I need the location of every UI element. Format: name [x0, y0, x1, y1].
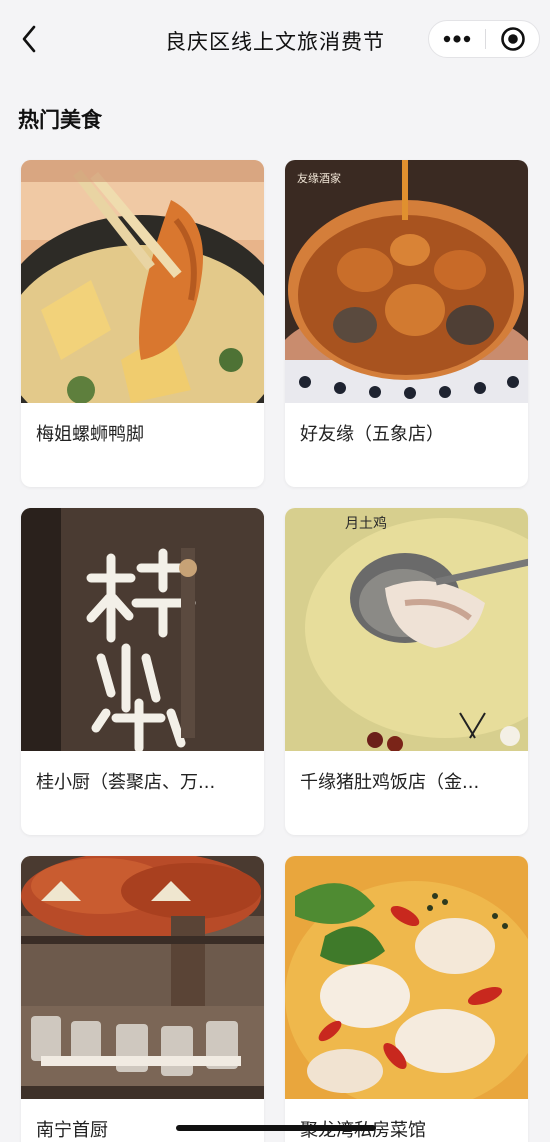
- more-button[interactable]: [429, 21, 485, 57]
- food-card[interactable]: 梅姐螺蛳鸭脚: [21, 160, 264, 487]
- food-card[interactable]: 友缘酒家 好友缘（五象店）: [285, 160, 528, 487]
- spicy-fish-dish-photo: [285, 856, 528, 1099]
- restaurant-dining-hall-photo: [21, 856, 264, 1099]
- card-title: 好友缘（五象店）: [300, 424, 444, 445]
- food-card[interactable]: 桂小厨（荟聚店、万...: [21, 508, 264, 835]
- svg-text:友缘酒家: 友缘酒家: [297, 171, 341, 185]
- food-card[interactable]: 月土鸡 千缘猪肚鸡饭店（金...: [285, 508, 528, 835]
- card-title: 桂小厨（荟聚店、万...: [36, 772, 216, 793]
- card-title: 梅姐螺蛳鸭脚: [36, 424, 144, 445]
- hotpot-duck-feet-photo: [21, 160, 264, 403]
- restaurant-sign-photo: [21, 508, 264, 751]
- braised-abalone-pot-photo: 友缘酒家: [285, 160, 528, 403]
- section-title-hot-food: 热门美食: [18, 108, 102, 132]
- card-title: 千缘猪肚鸡饭店（金...: [300, 772, 480, 793]
- svg-text:月土鸡: 月土鸡: [345, 515, 387, 532]
- food-card[interactable]: 聚龙湾私房菜馆: [285, 856, 528, 1142]
- more-dots-icon: [443, 35, 471, 43]
- close-mini-program-button[interactable]: [486, 21, 539, 57]
- mini-program-capsule: [428, 20, 540, 58]
- home-indicator: [176, 1125, 376, 1131]
- food-card[interactable]: 南宁首厨: [21, 856, 264, 1142]
- nav-bar: 良庆区线上文旅消费节: [0, 0, 550, 80]
- pork-tripe-chicken-soup-photo: 月土鸡: [285, 508, 528, 751]
- page: 良庆区线上文旅消费节 热门美食 梅姐螺蛳鸭脚 友缘酒家 好友缘（五象店） 桂小厨…: [0, 0, 550, 1142]
- target-circle-icon: [500, 27, 525, 51]
